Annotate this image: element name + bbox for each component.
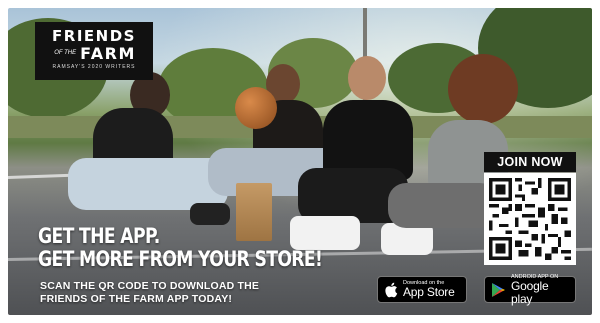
qr-code[interactable] — [484, 173, 576, 265]
google-play-button[interactable]: ANDROID APP ON Google play — [484, 274, 576, 306]
app-store-text: Download on the App Store — [403, 280, 455, 299]
app-store-big-text: App Store — [403, 285, 455, 299]
headline-line-2: Get more from your store! — [38, 247, 323, 271]
app-store-button[interactable]: Download on the App Store — [377, 276, 467, 303]
scan-instructions-line-1: Scan the QR code to download the — [40, 280, 260, 292]
qr-code-icon — [489, 178, 571, 260]
scan-instructions: Scan the QR code to download the Friends… — [40, 280, 259, 306]
headline: Get the app. Get more from your store! — [38, 224, 323, 271]
friends-of-the-farm-logo: FRIENDS OF THE FARM RAMSAY'S 2020 WRITER… — [35, 22, 153, 80]
logo-line-1: FRIENDS — [52, 27, 136, 45]
logo-tagline: RAMSAY'S 2020 WRITERS — [52, 64, 136, 70]
logo-of-the: OF THE — [54, 50, 77, 56]
scan-instructions-line-2: Friends of the Farm app today! — [40, 293, 233, 305]
headline-line-1: Get the app. — [38, 224, 160, 248]
google-play-icon — [491, 282, 506, 298]
join-now-label: JOIN NOW — [484, 152, 576, 172]
google-play-big-text: Google play — [511, 278, 549, 306]
logo-line-2: FARM — [80, 44, 136, 63]
apple-icon — [384, 282, 398, 298]
google-play-text: ANDROID APP ON Google play — [511, 274, 569, 306]
